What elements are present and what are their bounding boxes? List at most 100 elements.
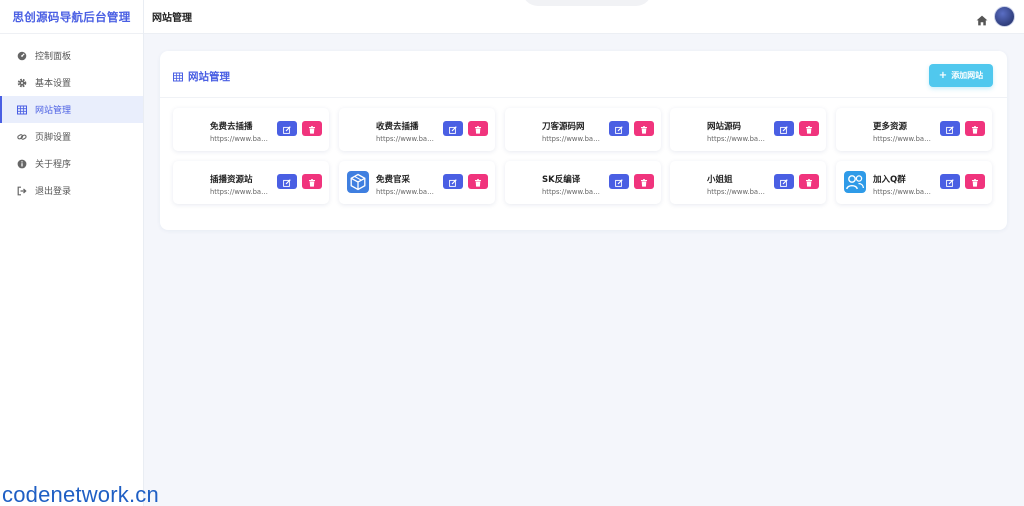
- sidebar-item-label: 控制面板: [35, 52, 72, 62]
- trash-icon: [308, 172, 316, 191]
- delete-site-button[interactable]: [302, 174, 322, 189]
- trash-icon: [805, 172, 813, 191]
- site-logo: [181, 118, 203, 140]
- site-card: 刀客源码网 https://www.baidu.com: [505, 108, 661, 151]
- delete-site-button[interactable]: [799, 174, 819, 189]
- delete-site-button[interactable]: [799, 121, 819, 136]
- edit-site-button[interactable]: [609, 121, 629, 136]
- edit-site-button[interactable]: [774, 121, 794, 136]
- site-url: https://www.baidu.com: [542, 188, 600, 196]
- grid-icon: [17, 105, 27, 115]
- gear-icon: [17, 78, 27, 88]
- plus-icon: +: [938, 70, 948, 81]
- site-card: 收费去插播 https://www.baidu.com: [339, 108, 495, 151]
- site-card: 更多资源 https://www.baidu.com: [836, 108, 992, 151]
- edit-site-button[interactable]: [277, 121, 297, 136]
- site-url: https://www.baidu.com: [210, 135, 268, 143]
- delete-site-button[interactable]: [965, 121, 985, 136]
- sidebar-item-sites[interactable]: 网站管理: [0, 96, 143, 123]
- site-url: https://www.baidu.com: [542, 135, 600, 143]
- site-url: https://www.baidu.com: [210, 188, 268, 196]
- trash-icon: [971, 172, 979, 191]
- sidebar-item-label: 退出登录: [35, 187, 72, 197]
- site-card: 小姐姐 https://www.baidu.com: [670, 161, 826, 204]
- site-name: 网站源码: [707, 122, 742, 132]
- sidebar-item-settings[interactable]: 基本设置: [0, 69, 143, 96]
- sidebar-nav: 控制面板 基本设置 网站管理 页脚设置 关于程序 退出登录: [0, 34, 143, 204]
- site-card: 网站源码 https://www.baidu.com: [670, 108, 826, 151]
- sidebar-item-label: 网站管理: [35, 106, 72, 116]
- site-name: SK反编译: [542, 175, 581, 185]
- edit-icon: [283, 119, 291, 138]
- link-icon: [17, 132, 27, 142]
- top-decoration: [522, 0, 652, 6]
- page-title: 网站管理: [152, 13, 192, 24]
- sidebar-item-dashboard[interactable]: 控制面板: [0, 42, 143, 69]
- edit-icon: [946, 119, 954, 138]
- box-logo-icon: [347, 171, 369, 193]
- edit-icon: [449, 172, 457, 191]
- site-logo: [513, 171, 535, 193]
- site-url: https://www.baidu.com: [707, 135, 765, 143]
- site-card: 插播资源站 https://www.baidu.com: [173, 161, 329, 204]
- site-name: 免费去插播: [210, 122, 253, 132]
- home-icon[interactable]: [976, 11, 988, 30]
- top-bar: 网站管理: [144, 0, 1024, 34]
- site-name: 插播资源站: [210, 175, 253, 185]
- sidebar-item-footer[interactable]: 页脚设置: [0, 123, 143, 150]
- site-logo: [678, 171, 700, 193]
- site-logo: [181, 171, 203, 193]
- edit-icon: [615, 119, 623, 138]
- site-name: 小姐姐: [707, 175, 733, 185]
- sidebar-item-about[interactable]: 关于程序: [0, 150, 143, 177]
- delete-site-button[interactable]: [468, 174, 488, 189]
- site-url: https://www.baidu.com: [873, 135, 931, 143]
- avatar[interactable]: [994, 6, 1015, 27]
- trash-icon: [640, 172, 648, 191]
- trash-icon: [805, 119, 813, 138]
- trash-icon: [640, 119, 648, 138]
- panel-title-text: 网站管理: [188, 71, 230, 83]
- delete-site-button[interactable]: [965, 174, 985, 189]
- edit-site-button[interactable]: [443, 121, 463, 136]
- group-logo-icon: [844, 171, 866, 193]
- site-name: 免费官采: [376, 175, 411, 185]
- edit-site-button[interactable]: [277, 174, 297, 189]
- site-name: 刀客源码网: [542, 122, 585, 132]
- edit-icon: [449, 119, 457, 138]
- sidebar-item-logout[interactable]: 退出登录: [0, 177, 143, 204]
- site-url: https://www.baidu.com: [707, 188, 765, 196]
- site-url: https://www.baidu.com: [376, 135, 434, 143]
- site-name: 更多资源: [873, 122, 908, 132]
- panel-header: 网站管理 + 添加网站: [160, 51, 1007, 98]
- edit-site-button[interactable]: [609, 174, 629, 189]
- delete-site-button[interactable]: [634, 121, 654, 136]
- trash-icon: [474, 119, 482, 138]
- site-name: 加入Q群: [873, 175, 906, 185]
- site-management-panel: 网站管理 + 添加网站 免费去插播https://www.baidu.com收费…: [160, 51, 1007, 230]
- edit-site-button[interactable]: [940, 121, 960, 136]
- site-logo: [347, 118, 369, 140]
- edit-site-button[interactable]: [443, 174, 463, 189]
- sidebar-item-label: 页脚设置: [35, 133, 72, 143]
- add-site-label: 添加网站: [951, 71, 984, 80]
- delete-site-button[interactable]: [468, 121, 488, 136]
- add-site-button[interactable]: + 添加网站: [929, 64, 993, 87]
- site-url: https://www.baidu.com: [873, 188, 931, 196]
- dashboard-icon: [17, 51, 27, 61]
- delete-site-button[interactable]: [302, 121, 322, 136]
- logout-icon: [17, 186, 27, 196]
- site-logo: [844, 118, 866, 140]
- sidebar: 思创源码导航后台管理 控制面板 基本设置 网站管理 页脚设置 关于程序 退出登录: [0, 0, 144, 506]
- brand-title[interactable]: 思创源码导航后台管理: [0, 0, 143, 34]
- site-url: https://www.baidu.com: [376, 188, 434, 196]
- site-name: 收费去插播: [376, 122, 419, 132]
- edit-icon: [780, 172, 788, 191]
- edit-icon: [615, 172, 623, 191]
- edit-site-button[interactable]: [774, 174, 794, 189]
- trash-icon: [971, 119, 979, 138]
- delete-site-button[interactable]: [634, 174, 654, 189]
- edit-site-button[interactable]: [940, 174, 960, 189]
- site-logo: [678, 118, 700, 140]
- panel-title: 网站管理: [173, 69, 230, 84]
